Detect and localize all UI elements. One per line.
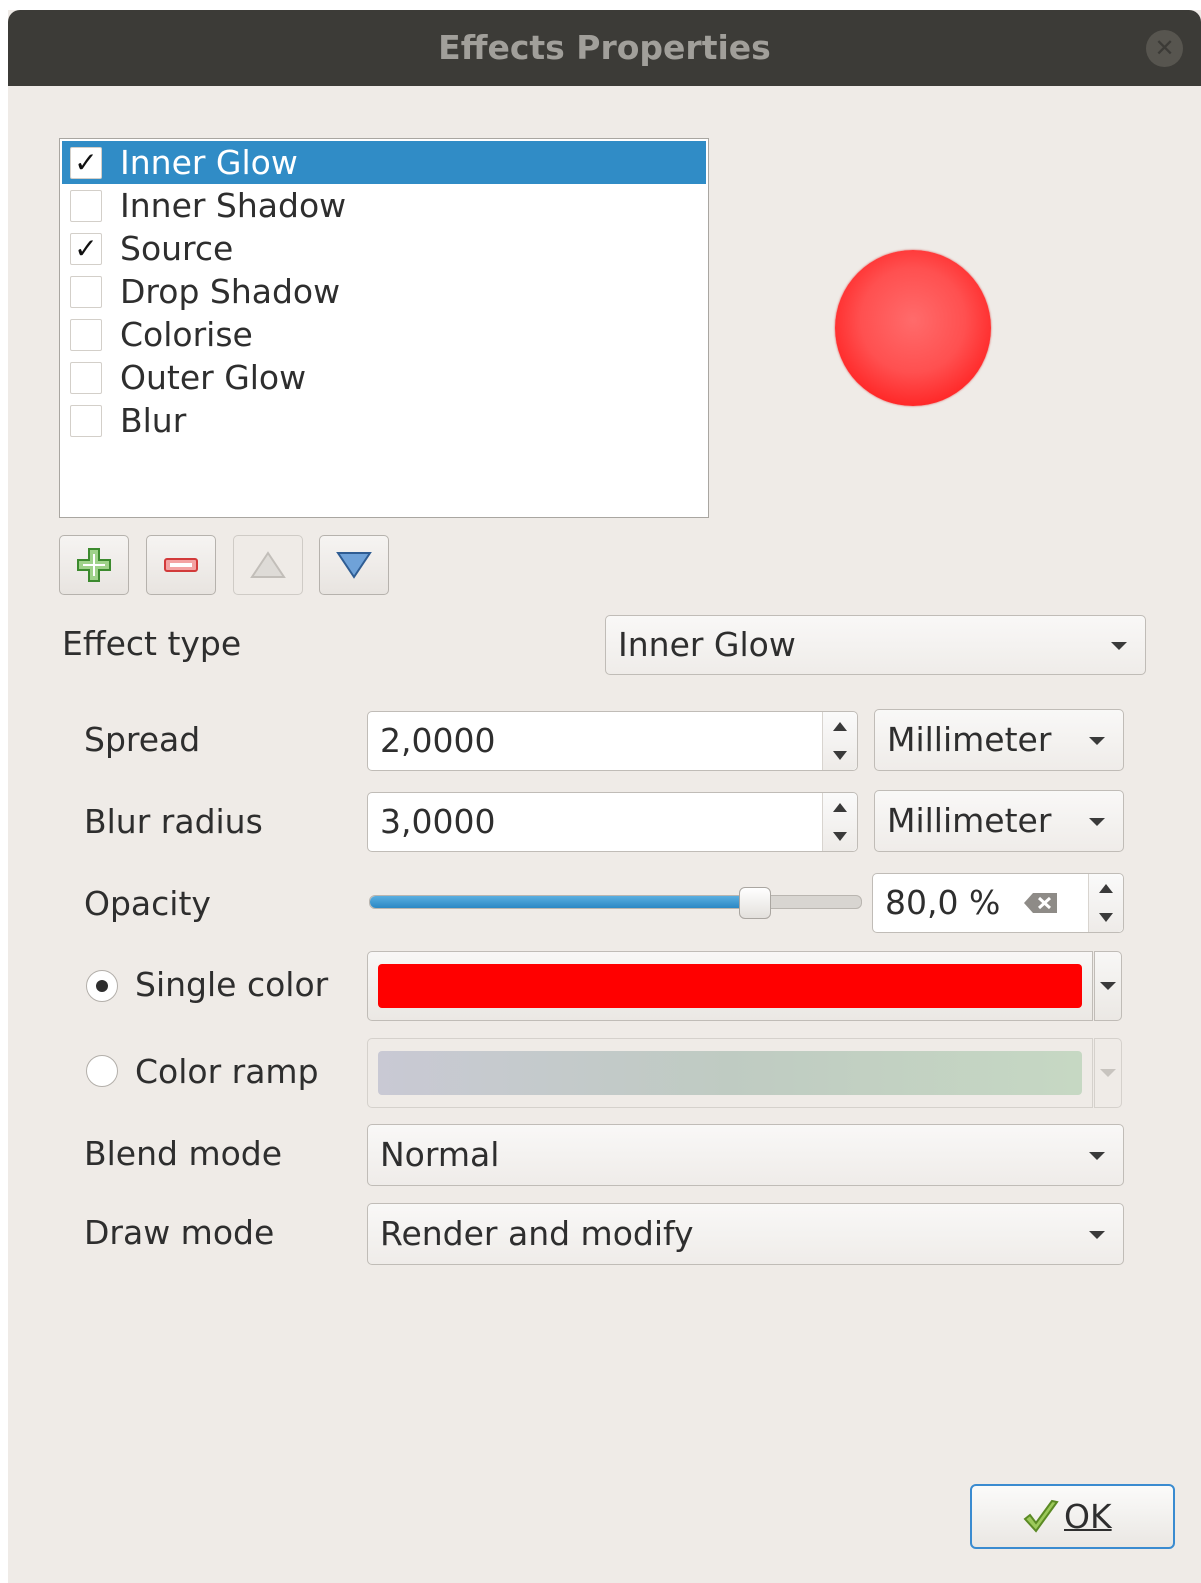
effect-type-combo[interactable]: Inner Glow bbox=[605, 615, 1146, 675]
color-ramp-radio[interactable] bbox=[86, 1055, 118, 1087]
blur-radius-spinbox[interactable]: 3,0000 bbox=[367, 792, 858, 852]
effects-list[interactable]: ✓ Inner Glow Inner Shadow ✓ Source Drop … bbox=[59, 138, 709, 518]
arrow-down-icon bbox=[833, 832, 847, 841]
opacity-value: 80,0 % bbox=[885, 883, 1001, 922]
effect-item-outer-glow[interactable]: Outer Glow bbox=[62, 356, 706, 399]
close-icon: ✕ bbox=[1154, 34, 1175, 62]
effects-properties-dialog: Effects Properties ✕ ✓ Inner Glow Inner … bbox=[8, 10, 1201, 1583]
blur-radius-value: 3,0000 bbox=[380, 802, 496, 841]
spread-value: 2,0000 bbox=[380, 721, 496, 760]
remove-effect-button[interactable] bbox=[146, 535, 216, 595]
triangle-up-icon bbox=[250, 551, 286, 578]
chevron-down-icon bbox=[1100, 1069, 1116, 1077]
minus-icon bbox=[164, 558, 198, 572]
effect-item-drop-shadow[interactable]: Drop Shadow bbox=[62, 270, 706, 313]
draw-mode-label: Draw mode bbox=[84, 1213, 275, 1252]
spread-label: Spread bbox=[84, 720, 201, 759]
effect-label: Blur bbox=[120, 401, 187, 440]
effect-type-value: Inner Glow bbox=[618, 625, 796, 664]
opacity-label: Opacity bbox=[84, 884, 211, 923]
effect-label: Inner Glow bbox=[120, 143, 298, 182]
effect-label: Source bbox=[120, 229, 234, 268]
effect-label: Drop Shadow bbox=[120, 272, 341, 311]
effect-type-label: Effect type bbox=[62, 624, 242, 663]
arrow-up-icon bbox=[833, 803, 847, 812]
spread-unit-value: Millimeter bbox=[887, 720, 1052, 759]
effect-checkbox[interactable] bbox=[70, 319, 102, 351]
checkmark-icon bbox=[1023, 1499, 1059, 1533]
single-color-dropdown[interactable] bbox=[1094, 951, 1122, 1021]
radio-checked-dot bbox=[96, 980, 108, 992]
ok-label: OK bbox=[1064, 1497, 1112, 1536]
dialog-title: Effects Properties bbox=[438, 28, 771, 67]
opacity-stepper[interactable] bbox=[1088, 874, 1123, 932]
blend-mode-combo[interactable]: Normal bbox=[367, 1124, 1124, 1186]
chevron-down-icon bbox=[1100, 982, 1116, 990]
effect-checkbox[interactable] bbox=[70, 362, 102, 394]
opacity-spinbox[interactable]: 80,0 % bbox=[872, 873, 1124, 933]
opacity-slider-handle[interactable] bbox=[739, 887, 771, 919]
effect-label: Outer Glow bbox=[120, 358, 307, 397]
effect-item-source[interactable]: ✓ Source bbox=[62, 227, 706, 270]
chevron-down-icon bbox=[1089, 1231, 1105, 1239]
effect-label: Inner Shadow bbox=[120, 186, 347, 225]
arrow-up-icon bbox=[833, 722, 847, 731]
opacity-slider[interactable] bbox=[369, 887, 862, 919]
effect-checkbox[interactable] bbox=[70, 276, 102, 308]
ok-button[interactable]: OK bbox=[970, 1484, 1175, 1549]
gradient-swatch bbox=[378, 1051, 1082, 1095]
move-up-button[interactable] bbox=[233, 535, 303, 595]
color-ramp-button[interactable] bbox=[367, 1038, 1093, 1108]
effect-label: Colorise bbox=[120, 315, 253, 354]
chevron-down-icon bbox=[1089, 1152, 1105, 1160]
single-color-radio[interactable] bbox=[86, 970, 118, 1002]
effect-item-colorise[interactable]: Colorise bbox=[62, 313, 706, 356]
draw-mode-combo[interactable]: Render and modify bbox=[367, 1203, 1124, 1265]
chevron-down-icon bbox=[1111, 642, 1127, 650]
blur-radius-stepper[interactable] bbox=[822, 793, 857, 851]
chevron-down-icon bbox=[1089, 737, 1105, 745]
arrow-down-icon bbox=[1099, 913, 1113, 922]
move-down-button[interactable] bbox=[319, 535, 389, 595]
effect-checkbox[interactable] bbox=[70, 405, 102, 437]
add-effect-button[interactable] bbox=[59, 535, 129, 595]
color-ramp-label: Color ramp bbox=[135, 1052, 319, 1091]
single-color-button[interactable] bbox=[367, 951, 1093, 1021]
chevron-down-icon bbox=[1089, 818, 1105, 826]
blend-mode-value: Normal bbox=[380, 1135, 500, 1174]
blur-radius-label: Blur radius bbox=[84, 802, 263, 841]
color-swatch bbox=[378, 964, 1082, 1008]
spread-unit-combo[interactable]: Millimeter bbox=[874, 709, 1124, 771]
effect-checkbox[interactable]: ✓ bbox=[70, 147, 102, 179]
arrow-up-icon bbox=[1099, 884, 1113, 893]
close-button[interactable]: ✕ bbox=[1146, 30, 1183, 67]
triangle-down-icon bbox=[336, 552, 372, 579]
plus-icon bbox=[77, 548, 111, 582]
color-ramp-dropdown[interactable] bbox=[1094, 1038, 1122, 1108]
blur-unit-value: Millimeter bbox=[887, 801, 1052, 840]
blur-unit-combo[interactable]: Millimeter bbox=[874, 790, 1124, 852]
title-bar: Effects Properties ✕ bbox=[8, 10, 1201, 86]
effect-preview bbox=[835, 250, 991, 406]
spread-spinbox[interactable]: 2,0000 bbox=[367, 711, 858, 771]
spread-stepper[interactable] bbox=[822, 712, 857, 770]
effect-item-inner-shadow[interactable]: Inner Shadow bbox=[62, 184, 706, 227]
effect-item-inner-glow[interactable]: ✓ Inner Glow bbox=[62, 141, 706, 184]
draw-mode-value: Render and modify bbox=[380, 1214, 694, 1253]
arrow-down-icon bbox=[833, 751, 847, 760]
effect-checkbox[interactable]: ✓ bbox=[70, 233, 102, 265]
blend-mode-label: Blend mode bbox=[84, 1134, 283, 1173]
effect-item-blur[interactable]: Blur bbox=[62, 399, 706, 442]
single-color-label: Single color bbox=[135, 965, 329, 1004]
effect-checkbox[interactable] bbox=[70, 190, 102, 222]
opacity-slider-fill bbox=[370, 896, 754, 908]
clear-backspace-icon[interactable] bbox=[1023, 892, 1059, 914]
